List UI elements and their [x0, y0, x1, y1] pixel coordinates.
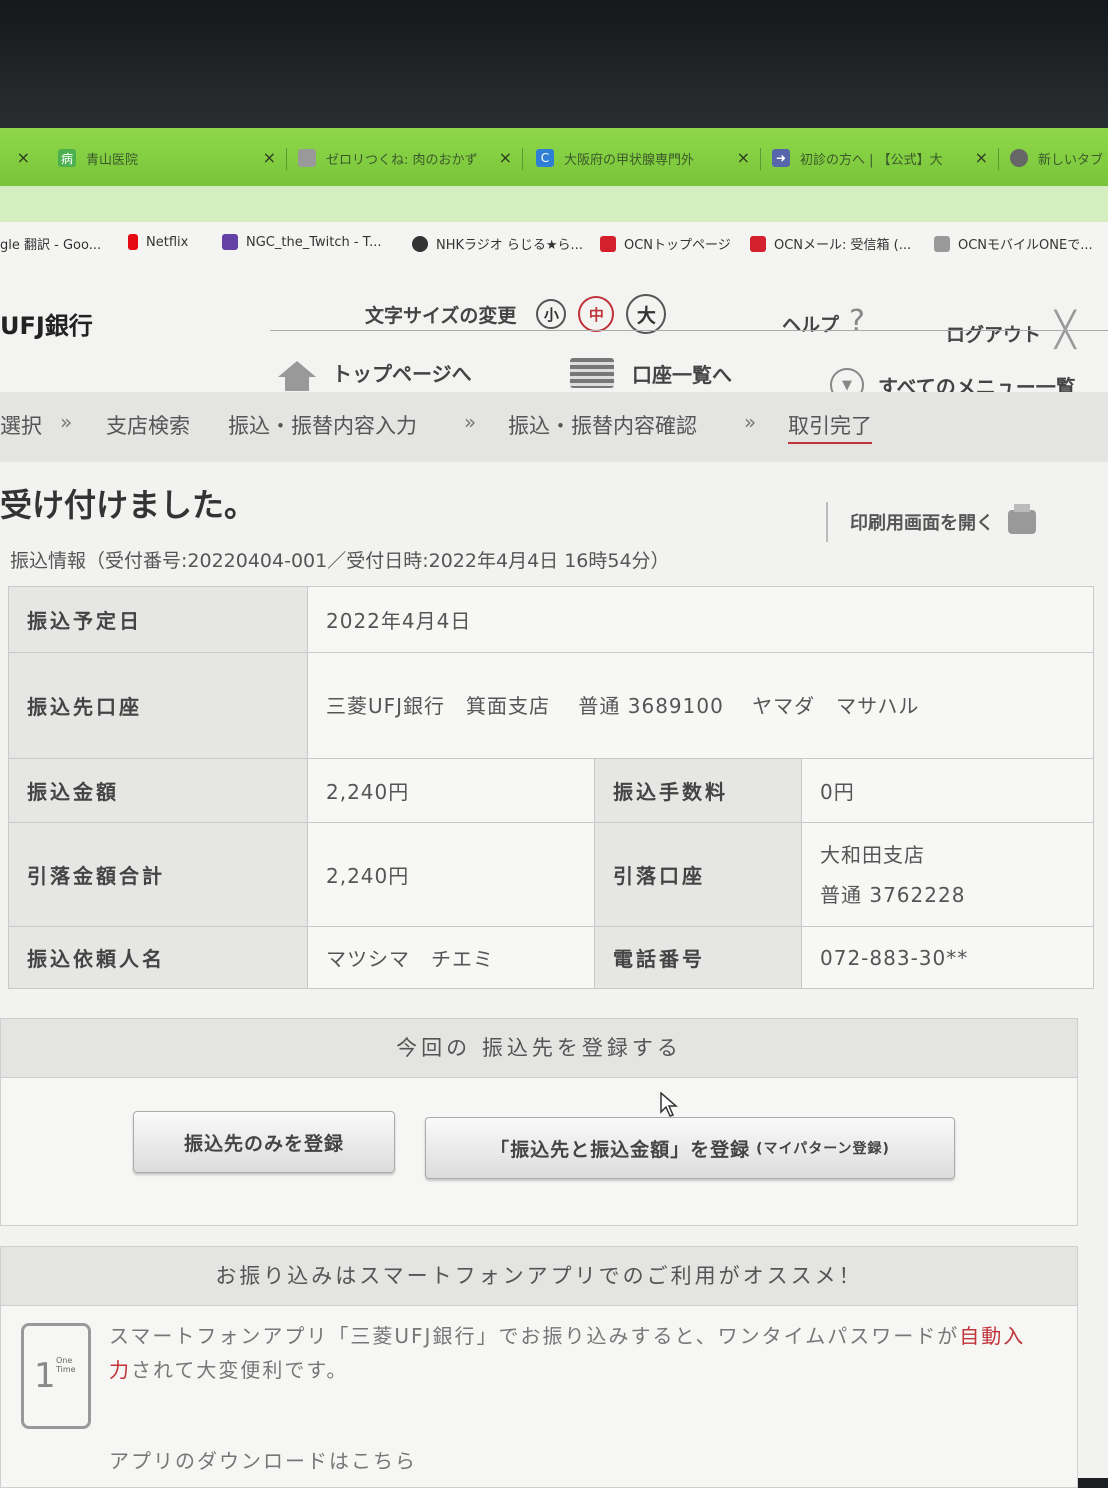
app-download-link[interactable]: アプリのダウンロードはこちら	[109, 1445, 417, 1474]
address-bar[interactable]	[0, 186, 1108, 222]
register-payee-section: 今回の 振込先を登録する 振込先のみを登録 「振込先と振込金額」を登録 (マイパタ…	[0, 1018, 1078, 1226]
font-size-control: 文字サイズの変更 小 中 大	[365, 294, 667, 334]
app-promo-title: お振り込みはスマートフォンアプリでのご利用がオススメ！	[1, 1247, 1077, 1306]
value-phone-number: 072-883-30**	[801, 926, 1094, 989]
bookmark-twitch[interactable]: NGC_the_Twitch - T...	[222, 234, 381, 250]
breadcrumb-separator: »	[60, 410, 73, 434]
help-link[interactable]: ヘルプ?	[782, 304, 865, 339]
label-debit-account: 引落口座	[594, 822, 802, 927]
breadcrumb-step-input: 振込・振替内容入力	[228, 414, 417, 438]
tab-separator	[760, 148, 761, 170]
bookmarks-bar: gle 翻訳 - Goo... Netflix NGC_the_Twitch -…	[0, 222, 1108, 265]
label-sender-name: 振込依頼人名	[8, 926, 308, 989]
tab-separator	[286, 148, 287, 170]
hospital-icon: 病	[58, 149, 76, 167]
tab-separator	[522, 148, 523, 170]
smartphone-app-promo: お振り込みはスマートフォンアプリでのご利用がオススメ！ 1 One Time ス…	[0, 1246, 1078, 1488]
label-phone-number: 電話番号	[594, 926, 802, 989]
label-transfer-date: 振込予定日	[8, 586, 308, 653]
tab-3[interactable]: ➜ 初診の方へ | 【公式】大 ×	[772, 142, 988, 174]
netflix-icon	[128, 234, 138, 250]
value-total-debit: 2,240円	[307, 822, 595, 927]
breadcrumb-step-select: 選択	[0, 414, 42, 438]
close-icon[interactable]: ×	[17, 148, 30, 167]
label-total-debit: 引落金額合計	[8, 822, 308, 927]
ocn-icon	[750, 235, 766, 252]
value-transfer-date: 2022年4月4日	[307, 586, 1094, 653]
debit-account-number: 普通 3762228	[820, 882, 966, 907]
dark-bezel	[0, 0, 1108, 128]
question-icon: ?	[849, 304, 865, 339]
close-icon[interactable]: ×	[499, 148, 512, 167]
accounts-icon	[570, 358, 614, 388]
tab-separator	[998, 148, 999, 170]
main-content: 受け付けました。 印刷用画面を開く 振込情報（受付番号:20220404-001…	[0, 462, 1108, 1488]
smartphone-icon: 1 One Time	[21, 1323, 91, 1429]
bookmark-ocn-mail[interactable]: OCNメール: 受信箱 (...	[750, 234, 911, 253]
app-promo-text: スマートフォンアプリ「三菱UFJ銀行」でお振り込みすると、ワンタイムパスワードが…	[109, 1324, 1026, 1382]
printer-icon	[1008, 504, 1036, 534]
bookmark-ocn-mobile[interactable]: OCNモバイルONEで...	[934, 234, 1093, 253]
value-transfer-fee: 0円	[801, 758, 1094, 823]
register-section-title: 今回の 振込先を登録する	[1, 1019, 1077, 1078]
value-debit-account: 大和田支店 普通 3762228	[801, 822, 1094, 927]
tab-4[interactable]: 新しいタブ	[1010, 142, 1108, 174]
mouse-cursor-icon	[660, 1092, 678, 1117]
register-destination-and-amount-button[interactable]: 「振込先と振込金額」を登録 (マイパターン登録)	[425, 1117, 955, 1179]
breadcrumb-separator: »	[464, 410, 477, 434]
close-prev-tab[interactable]: ×	[14, 142, 34, 174]
transfer-details-table: 振込予定日 2022年4月4日 振込先口座 三菱UFJ銀行 箕面支店 普通 36…	[8, 586, 1094, 989]
close-icon[interactable]: ×	[975, 148, 988, 167]
nav-account-list[interactable]: 口座一覧へ	[570, 358, 732, 388]
print-view-button[interactable]: 印刷用画面を開く	[826, 502, 1036, 542]
breadcrumb-step-branch-search: 支店検索	[106, 414, 190, 438]
font-size-small-button[interactable]: 小	[536, 299, 567, 329]
new-tab-icon	[1010, 149, 1028, 167]
close-icon[interactable]: ×	[263, 148, 276, 167]
value-transfer-amount: 2,240円	[307, 758, 595, 823]
browser-tab-bar: × 病 青山医院 × ゼロリつくね: 肉のおかず × C 大阪府の甲状腺専門外 …	[0, 128, 1108, 186]
radio-icon	[412, 235, 428, 252]
breadcrumb-step-confirm: 振込・振替内容確認	[508, 414, 697, 438]
label-transfer-fee: 振込手数料	[594, 758, 802, 823]
font-size-large-button[interactable]: 大	[626, 294, 667, 334]
tab-2[interactable]: C 大阪府の甲状腺専門外 ×	[536, 142, 750, 174]
bookmark-ocn-top[interactable]: OCNトップページ	[600, 234, 731, 253]
bookmark-google-translate[interactable]: gle 翻訳 - Goo...	[0, 234, 101, 253]
nav-top-page[interactable]: トップページへ	[278, 350, 472, 391]
close-icon[interactable]: ×	[737, 148, 750, 167]
bookmark-netflix[interactable]: Netflix	[128, 234, 188, 250]
debit-branch: 大和田支店	[820, 842, 925, 867]
label-destination-account: 振込先口座	[8, 652, 308, 759]
bank-logo: UFJ銀行	[0, 312, 93, 340]
header-divider	[270, 330, 1108, 331]
breadcrumb-separator: »	[744, 410, 757, 434]
value-sender-name: マツシマ チエミ	[307, 926, 595, 989]
site-header: UFJ銀行 文字サイズの変更 小 中 大 ヘルプ? ログアウト ╳ トップページへ…	[0, 264, 1108, 402]
breadcrumb-step-complete: 取引完了	[788, 410, 872, 444]
clinic-icon: C	[536, 149, 554, 167]
tab-0[interactable]: 病 青山医院 ×	[58, 142, 276, 174]
label-transfer-amount: 振込金額	[8, 758, 308, 823]
twitch-icon	[222, 234, 238, 250]
bookmark-nhk-radio[interactable]: NHKラジオ らじる★ら...	[412, 234, 583, 253]
bank-page: UFJ銀行 文字サイズの変更 小 中 大 ヘルプ? ログアウト ╳ トップページへ…	[0, 264, 1108, 1488]
ocn-icon	[600, 235, 616, 252]
home-icon	[278, 360, 316, 391]
transfer-info-caption: 振込情報（受付番号:20220404-001／受付日時:2022年4月4日 16…	[10, 550, 670, 572]
arrow-icon: ➜	[772, 149, 790, 167]
register-destination-only-button[interactable]: 振込先のみを登録	[133, 1111, 395, 1173]
page-title: 受け付けました。	[0, 486, 257, 524]
value-destination-account: 三菱UFJ銀行 箕面支店 普通 3689100 ヤマダ マサハル	[307, 652, 1094, 759]
tab-1[interactable]: ゼロリつくね: 肉のおかず ×	[298, 142, 512, 174]
breadcrumb: 選択 » 支店検索 振込・振替内容入力 » 振込・振替内容確認 » 取引完了	[0, 392, 1108, 463]
font-size-medium-button[interactable]: 中	[578, 296, 615, 332]
recipe-icon	[298, 149, 316, 167]
document-icon	[934, 235, 950, 252]
